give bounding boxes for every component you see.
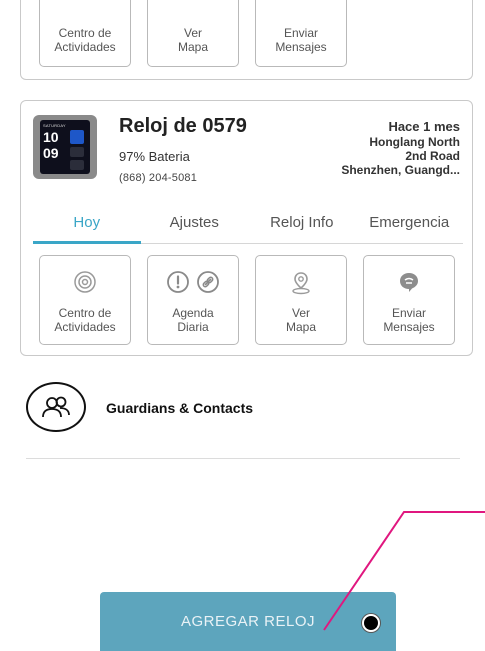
watch-hour: 10 <box>43 129 59 145</box>
map-pin-icon <box>292 272 310 295</box>
daily-agenda-tile[interactable]: Agenda Diaria <box>147 255 239 345</box>
activity-center-tile[interactable]: Centro de Actividades <box>39 255 131 345</box>
previous-device-actions: Centro de Actividades Ver Mapa Enviar Me… <box>39 0 347 67</box>
add-watch-button[interactable]: AGREGAR RELOJ <box>100 592 396 651</box>
send-messages-tile[interactable]: Enviar Mensajes <box>363 255 455 345</box>
tab-watch-info[interactable]: Reloj Info <box>248 209 356 243</box>
tab-today[interactable]: Hoy <box>33 209 141 244</box>
watch-face: SATURDAY 10 09 <box>40 120 90 174</box>
watch-day: SATURDAY <box>43 123 66 128</box>
tile-label: Ver Mapa <box>177 26 209 54</box>
device-phone: (868) 204-5081 <box>119 172 198 184</box>
link-icon <box>197 271 219 293</box>
watch-complication <box>70 130 84 144</box>
activity-rings-icon <box>74 271 96 293</box>
tile-label: Centro de Actividades <box>54 306 116 334</box>
battery-status: 97% Bateria <box>119 149 190 164</box>
tab-settings[interactable]: Ajustes <box>141 209 249 243</box>
device-tabs: Hoy Ajustes Reloj Info Emergencia <box>33 209 463 244</box>
tile-label: Centro de Actividades <box>54 26 116 54</box>
guardians-label: Guardians & Contacts <box>106 400 254 416</box>
device-actions: Centro de Actividades Agenda Diaria Ver … <box>39 255 455 345</box>
tile-label: Agenda Diaria <box>172 306 214 334</box>
tab-emergency[interactable]: Emergencia <box>356 209 464 243</box>
device-card: SATURDAY 10 09 Reloj de 0579 97% Bateria… <box>20 100 473 356</box>
tile-label: Enviar Mensajes <box>383 306 435 334</box>
last-seen: Hace 1 mes <box>388 119 460 134</box>
device-title: Reloj de 0579 <box>119 115 247 137</box>
touch-indicator <box>362 614 380 632</box>
activity-center-tile[interactable]: Centro de Actividades <box>39 0 131 67</box>
alert-icon <box>167 271 189 293</box>
send-messages-tile[interactable]: Enviar Mensajes <box>255 0 347 67</box>
add-watch-label: AGREGAR RELOJ <box>180 613 316 630</box>
watch-minute: 09 <box>43 145 59 161</box>
watch-complication <box>70 160 84 170</box>
view-map-tile[interactable]: Ver Mapa <box>147 0 239 67</box>
guardians-contacts-row[interactable]: Guardians & Contacts <box>26 382 460 459</box>
tile-label: Ver Mapa <box>285 306 317 334</box>
tile-label: Enviar Mensajes <box>275 26 327 54</box>
chat-bubble-icon <box>400 273 418 292</box>
watch-image: SATURDAY 10 09 <box>33 115 97 179</box>
watch-complication <box>70 147 84 157</box>
device-address: Honglang North 2nd Road Shenzhen, Guangd… <box>341 135 460 177</box>
previous-device-card: Centro de Actividades Ver Mapa Enviar Me… <box>20 0 473 80</box>
people-icon <box>26 382 86 432</box>
view-map-tile[interactable]: Ver Mapa <box>255 255 347 345</box>
